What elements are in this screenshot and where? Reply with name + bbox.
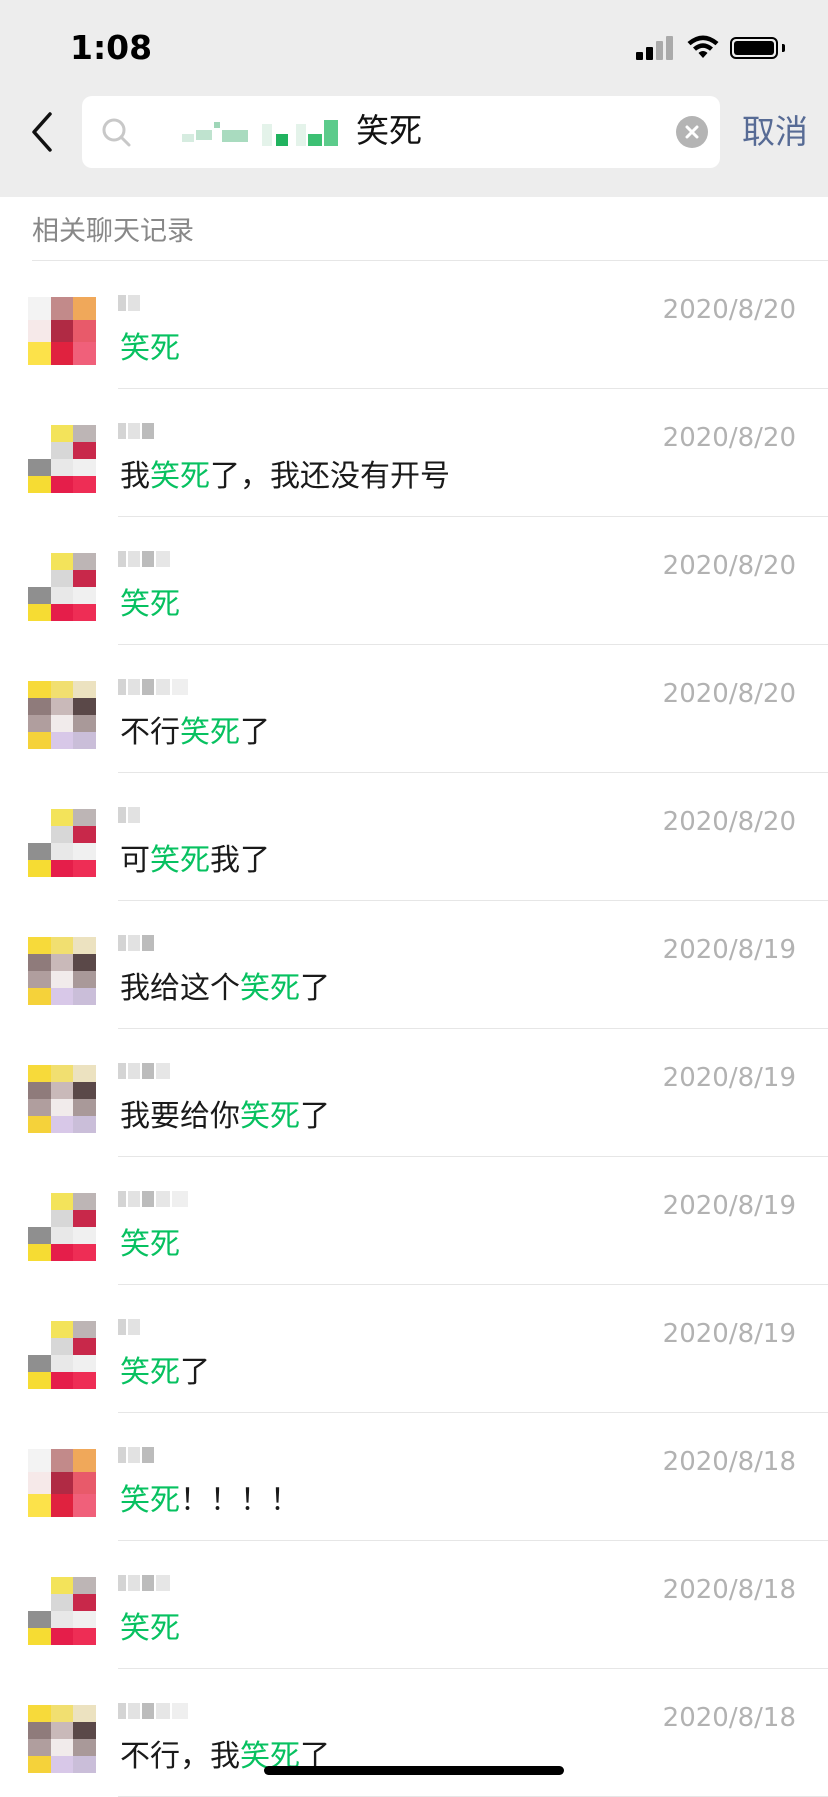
message-snippet: 可笑死我了 (120, 839, 270, 883)
snippet-text-before: 我要给你 (120, 1099, 240, 1134)
message-snippet: 笑死 (120, 327, 180, 371)
status-time: 1:08 (70, 28, 153, 67)
snippet-highlight: 笑死 (150, 843, 210, 878)
chat-result-row[interactable]: 2020/8/18 笑死 (0, 1541, 828, 1669)
snippet-highlight: 笑死 (240, 971, 300, 1006)
snippet-highlight: 笑死 (120, 331, 180, 366)
message-date: 2020/8/20 (662, 423, 796, 453)
clear-search-button[interactable] (676, 116, 708, 148)
blurred-sender-name (118, 1187, 238, 1209)
chat-result-row[interactable]: 2020/8/20 我笑死了，我还没有开号 (0, 389, 828, 517)
blurred-sender-name (118, 675, 238, 697)
blurred-sender-name (118, 1571, 238, 1593)
chat-result-row[interactable]: 2020/8/20 笑死 (0, 517, 828, 645)
home-indicator (264, 1766, 564, 1775)
avatar (28, 1449, 96, 1517)
battery-icon (730, 37, 778, 59)
snippet-text-after: 了 (240, 715, 270, 750)
message-date: 2020/8/19 (662, 1063, 796, 1093)
message-date: 2020/8/19 (662, 1191, 796, 1221)
snippet-text-after: 了 (300, 1099, 330, 1134)
message-date: 2020/8/20 (662, 551, 796, 581)
chat-result-row[interactable]: 2020/8/20 笑死 (0, 261, 828, 389)
avatar (28, 553, 96, 621)
snippet-highlight: 笑死 (120, 1227, 180, 1262)
search-query: 笑死 (356, 111, 422, 150)
avatar (28, 1321, 96, 1389)
snippet-highlight: 笑死 (240, 1099, 300, 1134)
chat-result-row[interactable]: 2020/8/18 不行，我笑死了 (0, 1669, 828, 1797)
message-date: 2020/8/18 (662, 1703, 796, 1733)
blurred-sender-name (118, 1059, 238, 1081)
message-date: 2020/8/20 (662, 807, 796, 837)
wifi-icon (687, 35, 719, 58)
snippet-text-after: 了 (300, 971, 330, 1006)
snippet-text-after: 了 (180, 1355, 210, 1390)
chat-result-row[interactable]: 2020/8/19 笑死了 (0, 1285, 828, 1413)
message-date: 2020/8/19 (662, 935, 796, 965)
blurred-sender-name (118, 1443, 238, 1465)
avatar (28, 809, 96, 877)
chat-result-row[interactable]: 2020/8/18 笑死！！！！ (0, 1413, 828, 1541)
message-date: 2020/8/20 (662, 295, 796, 325)
blurred-sender-name (118, 1699, 238, 1721)
chat-result-row[interactable]: 2020/8/19 笑死 (0, 1157, 828, 1285)
message-snippet: 笑死 (120, 1607, 180, 1651)
chat-results-list: 2020/8/20 笑死 2020/8/20 我笑死了，我还没有开号 2020/8/20… (0, 261, 828, 1797)
blurred-sender-name (118, 291, 238, 313)
snippet-text-after: ！！！！ (180, 1483, 300, 1518)
snippet-highlight: 笑死 (120, 587, 180, 622)
message-snippet: 笑死 (120, 583, 180, 627)
message-snippet: 笑死！！！！ (120, 1479, 300, 1523)
snippet-text-before: 我 (120, 459, 150, 494)
blurred-sender-name (118, 803, 238, 825)
search-icon (102, 118, 131, 147)
status-icons (636, 34, 796, 64)
avatar (28, 1193, 96, 1261)
chat-result-row[interactable]: 2020/8/19 我要给你笑死了 (0, 1029, 828, 1157)
snippet-highlight: 笑死 (180, 715, 240, 750)
message-date: 2020/8/18 (662, 1575, 796, 1605)
navigation-bar: 1:08 笑死 取消 (0, 0, 828, 197)
signal-icon (636, 34, 680, 64)
avatar (28, 1577, 96, 1645)
message-snippet: 不行笑死了 (120, 711, 270, 755)
section-title: 相关聊天记录 (32, 216, 194, 247)
blurred-sender-name (118, 547, 238, 569)
avatar (28, 681, 96, 749)
message-snippet: 笑死了 (120, 1351, 210, 1395)
blurred-sender-name (118, 931, 238, 953)
avatar (28, 297, 96, 365)
avatar (28, 1705, 96, 1773)
snippet-highlight: 笑死 (120, 1483, 180, 1518)
back-chevron-icon[interactable] (24, 108, 64, 156)
snippet-text-before: 不行，我 (120, 1739, 240, 1774)
chat-result-row[interactable]: 2020/8/20 可笑死我了 (0, 773, 828, 901)
message-date: 2020/8/19 (662, 1319, 796, 1349)
snippet-text-before: 我给这个 (120, 971, 240, 1006)
message-snippet: 笑死 (120, 1223, 180, 1267)
close-icon (685, 125, 699, 139)
snippet-highlight: 笑死 (120, 1355, 180, 1390)
chat-result-row[interactable]: 2020/8/20 不行笑死了 (0, 645, 828, 773)
message-snippet: 我要给你笑死了 (120, 1095, 330, 1139)
message-date: 2020/8/20 (662, 679, 796, 709)
chat-result-row[interactable]: 2020/8/19 我给这个笑死了 (0, 901, 828, 1029)
message-snippet: 我笑死了，我还没有开号 (120, 455, 450, 499)
snippet-text-before: 可 (120, 843, 150, 878)
message-date: 2020/8/18 (662, 1447, 796, 1477)
blurred-sender-name (118, 419, 238, 441)
snippet-text-after: 我了 (210, 843, 270, 878)
avatar (28, 937, 96, 1005)
snippet-text-before: 不行 (120, 715, 180, 750)
message-snippet: 我给这个笑死了 (120, 967, 330, 1011)
search-field[interactable]: 笑死 (82, 96, 720, 168)
snippet-highlight: 笑死 (120, 1611, 180, 1646)
snippet-highlight: 笑死 (150, 459, 210, 494)
avatar (28, 425, 96, 493)
snippet-text-after: 了，我还没有开号 (210, 459, 450, 494)
blurred-sender-name (118, 1315, 238, 1337)
cancel-button[interactable]: 取消 (742, 108, 808, 156)
avatar (28, 1065, 96, 1133)
